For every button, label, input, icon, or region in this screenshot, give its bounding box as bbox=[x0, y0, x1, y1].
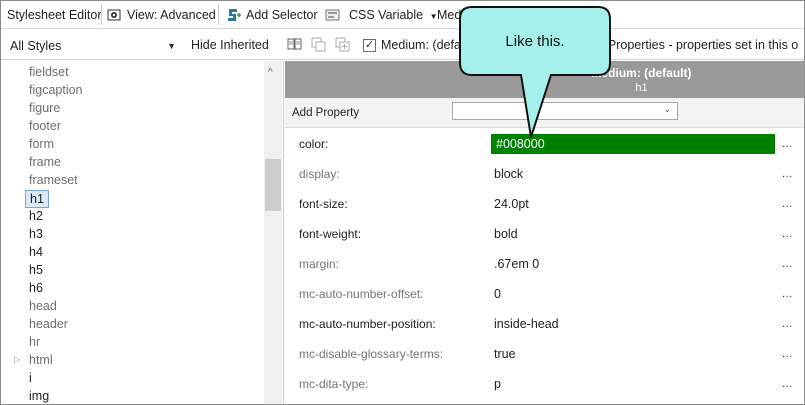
callout-shape bbox=[459, 6, 611, 138]
callout-text: Like this. bbox=[505, 33, 565, 50]
stylesheet-editor-window: Stylesheet Editor View: Advanced Add Sel… bbox=[0, 0, 805, 405]
